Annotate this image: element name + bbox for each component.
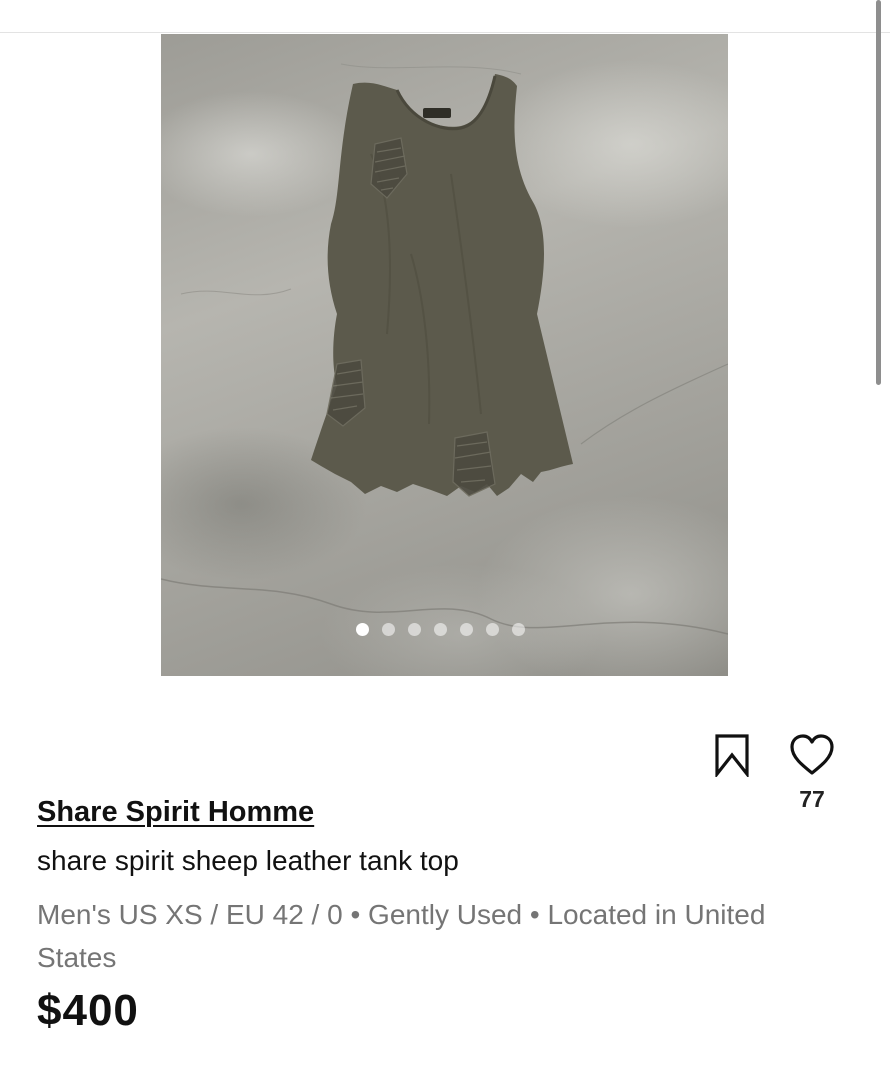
brand-link[interactable]: Share Spirit Homme bbox=[37, 796, 314, 829]
pagination-dot[interactable] bbox=[486, 623, 499, 636]
pagination-dot[interactable] bbox=[408, 623, 421, 636]
bookmark-button[interactable] bbox=[710, 733, 754, 779]
listing-photo[interactable] bbox=[161, 34, 728, 676]
pagination-dot[interactable] bbox=[356, 623, 369, 636]
like-count: 77 bbox=[799, 786, 825, 812]
pagination-dot[interactable] bbox=[382, 623, 395, 636]
pagination-dot[interactable] bbox=[460, 623, 473, 636]
pagination-dot[interactable] bbox=[512, 623, 525, 636]
pagination-dot[interactable] bbox=[434, 623, 447, 636]
top-divider bbox=[0, 32, 890, 33]
listing-details: Men's US XS / EU 42 / 0 • Gently Used • … bbox=[37, 899, 766, 973]
like-button[interactable] bbox=[788, 733, 836, 777]
image-pagination[interactable] bbox=[356, 623, 525, 636]
heart-icon bbox=[790, 734, 834, 775]
tank-top-body bbox=[311, 74, 573, 496]
scrollbar[interactable] bbox=[876, 0, 881, 385]
listing-title: share spirit sheep leather tank top bbox=[37, 845, 459, 876]
product-image bbox=[161, 63, 728, 635]
garment-label bbox=[423, 108, 451, 118]
listing-price: $400 bbox=[37, 986, 139, 1035]
bookmark-icon bbox=[715, 734, 749, 779]
